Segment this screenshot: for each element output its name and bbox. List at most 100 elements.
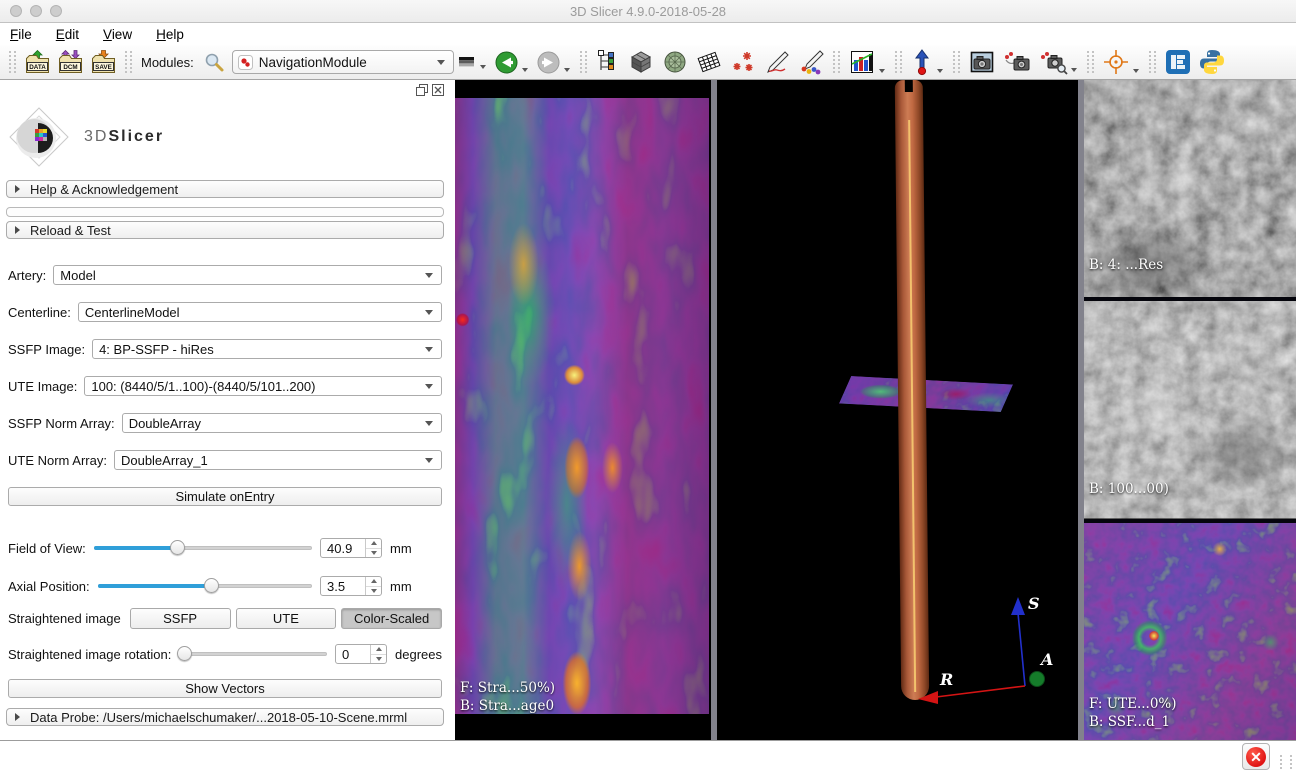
close-panel-icon[interactable]	[432, 84, 444, 96]
fov-label: Field of View:	[8, 541, 86, 556]
models-button[interactable]	[661, 48, 689, 76]
collapse-arrow-icon	[15, 713, 20, 721]
menu-edit[interactable]: Edit	[56, 27, 79, 42]
module-history-button[interactable]	[457, 52, 488, 72]
extensions-icon	[1164, 48, 1192, 76]
rotation-spinbox[interactable]: 0	[335, 644, 387, 664]
rotation-label: Straightened image rotation:	[8, 647, 171, 662]
load-data-button[interactable]: DATA	[24, 49, 51, 75]
simulate-onentry-button[interactable]: Simulate onEntry	[8, 487, 442, 506]
screenshot-button[interactable]	[968, 48, 996, 76]
ute-norm-array-combobox[interactable]: DoubleArray_1	[114, 450, 442, 470]
minimize-window-button[interactable]	[30, 5, 42, 17]
ruler-icon	[763, 48, 791, 76]
extensions-manager-button[interactable]	[1164, 48, 1192, 76]
window-title: 3D Slicer 4.9.0-2018-05-28	[570, 4, 726, 19]
menu-view[interactable]: View	[103, 27, 132, 42]
error-log-button[interactable]: ✕	[1242, 743, 1270, 770]
python-console-button[interactable]	[1198, 48, 1226, 76]
ute-button[interactable]: UTE	[236, 608, 337, 629]
toolbar-grip[interactable]	[1149, 51, 1156, 73]
axial-position-slider[interactable]	[98, 577, 312, 595]
svg-text:DATA: DATA	[29, 64, 46, 71]
axial-position-spinbox[interactable]: 3.5	[320, 576, 382, 596]
layout-selector-button[interactable]	[595, 49, 621, 75]
ruler-annotation-button[interactable]	[763, 48, 791, 76]
markups-icon	[729, 48, 757, 76]
zoom-window-button[interactable]	[50, 5, 62, 17]
artery-combobox[interactable]: Model	[53, 265, 442, 285]
back-icon	[494, 50, 519, 75]
vessel-notch	[905, 80, 913, 92]
menu-file[interactable]: File	[10, 27, 32, 42]
toolbar-grip[interactable]	[580, 51, 587, 73]
save-scene-icon: SAVE	[90, 49, 117, 75]
ssfp-norm-array-combobox[interactable]: DoubleArray	[122, 413, 442, 433]
spin-up-button[interactable]	[366, 577, 381, 586]
ssfp-button[interactable]: SSFP	[130, 608, 231, 629]
show-vectors-button[interactable]: Show Vectors	[8, 679, 442, 698]
view-label-background: B: Stra...age0	[460, 697, 554, 716]
annotations-icon	[797, 48, 825, 76]
toolbar-grip[interactable]	[1087, 51, 1094, 73]
spin-up-button[interactable]	[366, 539, 381, 548]
charts-button[interactable]	[848, 48, 887, 76]
module-selector-combobox[interactable]: NavigationModule	[232, 50, 454, 74]
slicer-logo-icon	[8, 106, 70, 168]
undock-panel-icon[interactable]	[416, 84, 428, 96]
module-icon	[238, 55, 253, 70]
volumes-button[interactable]	[910, 48, 945, 76]
spin-down-button[interactable]	[366, 548, 381, 558]
centerline-combobox[interactable]: CenterlineModel	[78, 302, 442, 322]
dropdown-indicator	[522, 68, 528, 72]
volume-rendering-button[interactable]	[627, 48, 655, 76]
data-probe-section[interactable]: Data Probe: /Users/michaelschumaker/...2…	[6, 708, 444, 726]
rotation-slider[interactable]	[179, 645, 327, 663]
red-slice-view[interactable]: B: 4: ...Res	[1084, 80, 1296, 297]
yellow-slice-view[interactable]: B: 100...00)	[1084, 301, 1296, 518]
threed-view[interactable]: S R A	[717, 80, 1078, 740]
markups-button[interactable]	[729, 48, 757, 76]
ute-image-combobox[interactable]: 100: (8440/5/1..100)-(8440/5/101..200)	[84, 376, 442, 396]
error-icon: ✕	[1246, 747, 1266, 767]
fov-slider[interactable]	[94, 539, 312, 557]
slicer-logo-text: 3DSlicer	[84, 128, 164, 146]
axis-label-r: R	[939, 670, 953, 689]
window-resize-grip[interactable]	[1280, 755, 1292, 769]
toolbar-grip[interactable]	[833, 51, 840, 73]
reload-test-section[interactable]: Reload & Test	[6, 221, 444, 239]
menu-help[interactable]: Help	[156, 27, 184, 42]
toolbar-grip[interactable]	[895, 51, 902, 73]
module-back-button[interactable]	[494, 50, 530, 75]
toolbar-grip[interactable]	[953, 51, 960, 73]
toolbar-grip[interactable]	[9, 51, 16, 73]
slice-visibility-button[interactable]	[695, 48, 723, 76]
dropdown-indicator	[564, 68, 570, 72]
help-acknowledgement-section[interactable]: Help & Acknowledgement	[6, 180, 444, 198]
orientation-axes: S R A	[908, 591, 1058, 706]
chevron-down-icon	[437, 60, 445, 65]
crosshair-button[interactable]	[1102, 48, 1141, 76]
save-scene-button[interactable]: SAVE	[90, 49, 117, 75]
module-forward-button[interactable]	[536, 50, 572, 75]
scene-view-restore-button[interactable]	[1038, 49, 1079, 75]
color-scaled-button[interactable]: Color-Scaled	[341, 608, 442, 629]
import-dicom-icon: DCM	[57, 49, 84, 75]
search-icon	[203, 51, 225, 73]
straightened-slice-view[interactable]: F: Stra...50%) B: Stra...age0	[455, 80, 711, 740]
close-window-button[interactable]	[10, 5, 22, 17]
ssfp-image-combobox[interactable]: 4: BP-SSFP - hiRes	[92, 339, 442, 359]
annotations-button[interactable]	[797, 48, 825, 76]
toolbar-grip[interactable]	[125, 51, 132, 73]
module-search-button[interactable]	[203, 51, 225, 73]
scene-view-capture-button[interactable]	[1002, 49, 1032, 75]
green-slice-view[interactable]: F: UTE...0%) B: SSF...d_1	[1084, 523, 1296, 740]
spin-up-button[interactable]	[371, 645, 386, 654]
fov-spinbox[interactable]: 40.9	[320, 538, 382, 558]
ute-norm-array-label: UTE Norm Array:	[8, 453, 107, 468]
spin-down-button[interactable]	[366, 586, 381, 596]
spin-down-button[interactable]	[371, 654, 386, 664]
slicer-logo: 3DSlicer	[0, 98, 450, 176]
import-dicom-button[interactable]: DCM	[57, 49, 84, 75]
view-label-background: B: 4: ...Res	[1089, 256, 1163, 275]
